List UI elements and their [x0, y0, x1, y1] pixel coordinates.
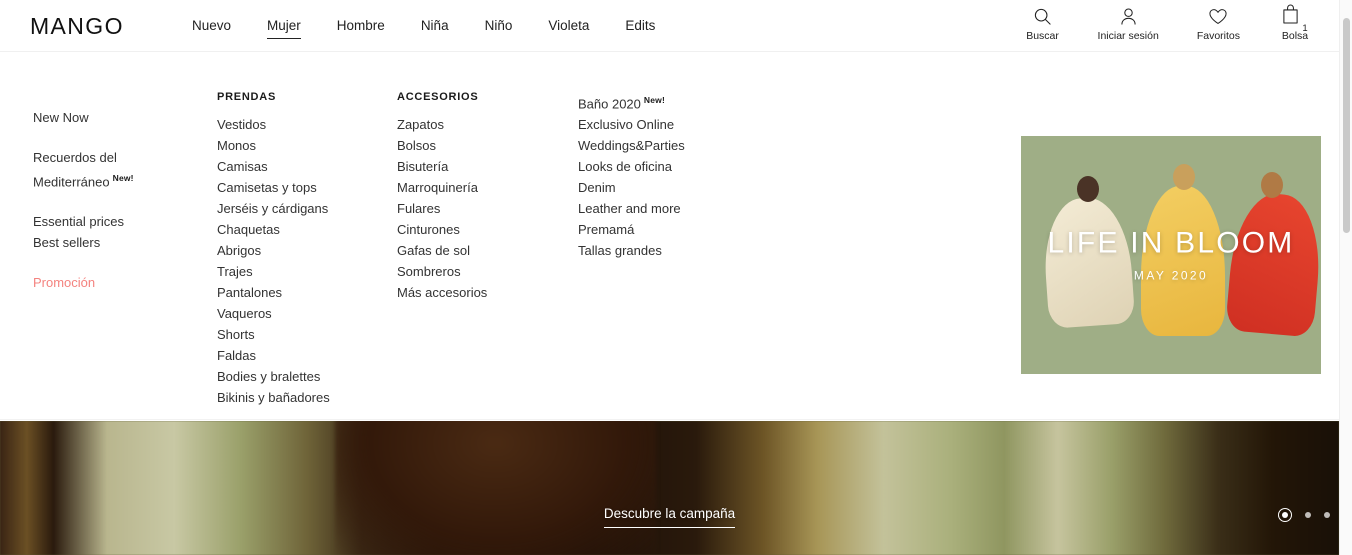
accesorios-link-fulares[interactable]: Fulares	[397, 198, 572, 219]
nav-item-mujer[interactable]: Mujer	[267, 17, 301, 39]
heart-icon	[1208, 6, 1228, 27]
accesorios-link-zapatos[interactable]: Zapatos	[397, 114, 572, 135]
featured-group: New Now	[33, 107, 203, 128]
prendas-link-pantalones[interactable]: Pantalones	[217, 282, 392, 303]
collections-link-exclusivo-online[interactable]: Exclusivo Online	[578, 114, 778, 135]
nav-item-nuevo[interactable]: Nuevo	[192, 17, 231, 39]
featured-link-mediterraneo[interactable]: Mediterráneo New!	[33, 168, 203, 192]
prendas-link-vaqueros[interactable]: Vaqueros	[217, 303, 392, 324]
carousel-pagination	[1278, 508, 1330, 522]
prendas-link-vestidos[interactable]: Vestidos	[217, 114, 392, 135]
hero-cta-wrapper: Descubre la campaña	[0, 505, 1339, 528]
search-icon	[1033, 6, 1052, 27]
prendas-link-faldas[interactable]: Faldas	[217, 345, 392, 366]
featured-link-essential-prices[interactable]: Essential prices	[33, 211, 203, 232]
user-navigation: Buscar Iniciar sesión Favoritos 1 Bolsa	[1026, 4, 1312, 43]
prendas-link-chaquetas[interactable]: Chaquetas	[217, 219, 392, 240]
bag-count-badge: 1	[1302, 23, 1308, 34]
bag-button[interactable]: 1 Bolsa	[1278, 4, 1312, 43]
nav-item-edits[interactable]: Edits	[625, 17, 655, 39]
hero-banner: Descubre la campaña	[0, 421, 1339, 555]
prendas-link-trajes[interactable]: Trajes	[217, 261, 392, 282]
new-badge: New!	[112, 173, 134, 183]
prendas-link-bikinis-y-banadores[interactable]: Bikinis y bañadores	[217, 387, 392, 408]
accesorios-link-gafas-de-sol[interactable]: Gafas de sol	[397, 240, 572, 261]
hero-model-silhouette	[334, 421, 657, 555]
page-root: MANGO Nuevo Mujer Hombre Niña Niño Viole…	[0, 0, 1352, 555]
mega-menu-panel: New Now Recuerdos del Mediterráneo New! E…	[0, 52, 1339, 420]
discover-campaign-link[interactable]: Descubre la campaña	[603, 505, 736, 528]
favorites-button[interactable]: Favoritos	[1197, 6, 1240, 43]
hero-background-image	[0, 421, 1339, 555]
carousel-dot-1-active[interactable]	[1278, 508, 1292, 522]
accesorios-link-bolsos[interactable]: Bolsos	[397, 135, 572, 156]
new-badge: New!	[643, 95, 666, 105]
column-heading-prendas: PRENDAS	[217, 91, 277, 103]
collections-link-tallas-grandes[interactable]: Tallas grandes	[578, 240, 778, 261]
prendas-link-bodies-y-bralettes[interactable]: Bodies y bralettes	[217, 366, 392, 387]
bag-icon	[1282, 4, 1299, 29]
carousel-dot-3[interactable]	[1324, 512, 1330, 518]
mango-logo[interactable]: MANGO	[30, 14, 124, 38]
featured-link-best-sellers[interactable]: Best sellers	[33, 232, 203, 253]
promo-card-subtitle: MAY 2020	[1133, 268, 1209, 283]
prendas-link-camisas[interactable]: Camisas	[217, 156, 392, 177]
accesorios-link-mas-accesorios[interactable]: Más accesorios	[397, 282, 572, 303]
featured-link-promocion[interactable]: Promoción	[33, 272, 203, 293]
featured-link-new-now[interactable]: New Now	[33, 107, 203, 128]
login-button[interactable]: Iniciar sesión	[1098, 6, 1159, 43]
featured-link-mediterraneo-text: Mediterráneo	[33, 174, 110, 190]
megamenu-promo-card[interactable]: LIFE IN BLOOM MAY 2020	[1021, 136, 1321, 374]
prendas-link-shorts[interactable]: Shorts	[217, 324, 392, 345]
promo-card-title: LIFE IN BLOOM	[1047, 226, 1295, 260]
collections-link-bano-2020[interactable]: Baño 2020 New!	[578, 90, 778, 114]
megamenu-column-prendas: PRENDAS Vestidos Monos Camisas Camisetas…	[217, 90, 392, 408]
favorites-label: Favoritos	[1196, 30, 1240, 42]
prendas-link-jerseis-y-cardigans[interactable]: Jerséis y cárdigans	[217, 198, 392, 219]
collections-link-denim[interactable]: Denim	[578, 177, 778, 198]
nav-item-nino[interactable]: Niño	[485, 17, 513, 39]
accesorios-link-bisuteria[interactable]: Bisutería	[397, 156, 572, 177]
prendas-link-abrigos[interactable]: Abrigos	[217, 240, 392, 261]
nav-item-hombre[interactable]: Hombre	[337, 17, 385, 39]
prendas-link-monos[interactable]: Monos	[217, 135, 392, 156]
featured-group: Essential prices Best sellers	[33, 211, 203, 253]
search-button[interactable]: Buscar	[1026, 6, 1060, 43]
nav-item-violeta[interactable]: Violeta	[548, 17, 589, 39]
accesorios-link-marroquineria[interactable]: Marroquinería	[397, 177, 572, 198]
collections-link-premama[interactable]: Premamá	[578, 219, 778, 240]
collections-link-weddings-parties[interactable]: Weddings&Parties	[578, 135, 778, 156]
search-label: Buscar	[1026, 30, 1059, 42]
nav-item-nina[interactable]: Niña	[421, 17, 449, 39]
accesorios-link-sombreros[interactable]: Sombreros	[397, 261, 572, 282]
featured-group: Recuerdos del Mediterráneo New!	[33, 147, 203, 192]
collections-link-looks-de-oficina[interactable]: Looks de oficina	[578, 156, 778, 177]
megamenu-column-accesorios: ACCESORIOS Zapatos Bolsos Bisutería Marr…	[397, 90, 572, 303]
column-heading-accesorios: ACCESORIOS	[397, 91, 479, 103]
featured-link-recuerdos[interactable]: Recuerdos del	[33, 147, 203, 168]
login-label: Iniciar sesión	[1097, 30, 1159, 42]
promo-card-text: LIFE IN BLOOM MAY 2020	[1021, 227, 1321, 284]
megamenu-featured-column: New Now Recuerdos del Mediterráneo New! E…	[33, 107, 203, 293]
collections-link-bano-2020-text: Baño 2020	[578, 96, 641, 112]
prendas-link-camisetas-y-tops[interactable]: Camisetas y tops	[217, 177, 392, 198]
featured-group: Promoción	[33, 272, 203, 293]
main-navigation: Nuevo Mujer Hombre Niña Niño Violeta Edi…	[192, 17, 691, 39]
user-icon	[1119, 6, 1138, 27]
scrollbar-thumb[interactable]	[1343, 18, 1350, 233]
collections-link-leather-and-more[interactable]: Leather and more	[578, 198, 778, 219]
megamenu-column-collections: Baño 2020 New! Exclusivo Online Weddings&…	[578, 90, 778, 261]
accesorios-link-cinturones[interactable]: Cinturones	[397, 219, 572, 240]
page-scrollbar[interactable]	[1339, 0, 1352, 555]
site-header: MANGO Nuevo Mujer Hombre Niña Niño Viole…	[0, 0, 1339, 52]
carousel-dot-2[interactable]	[1305, 512, 1311, 518]
